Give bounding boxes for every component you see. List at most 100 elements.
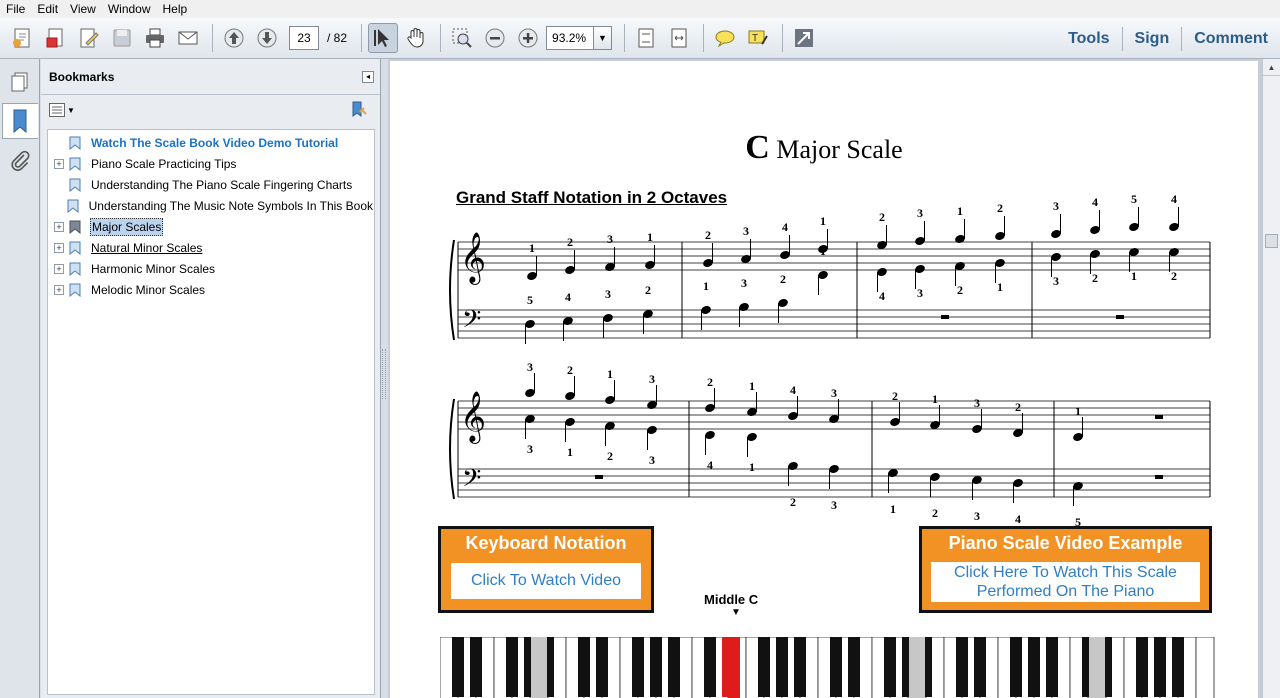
finger-number: 1 — [749, 379, 755, 393]
piano-grey-key — [1089, 637, 1105, 698]
bookmarks-panel-icon[interactable] — [2, 103, 38, 139]
expand-icon[interactable]: + — [54, 242, 64, 253]
treble-clef-icon: 𝄞 — [460, 232, 486, 285]
expand-icon[interactable]: + — [54, 221, 64, 232]
edit-document-icon[interactable] — [74, 23, 104, 53]
finger-number: 3 — [527, 360, 533, 374]
tools-link[interactable]: Tools — [1056, 27, 1121, 51]
finger-number: 1 — [567, 445, 573, 459]
piano-black-key — [596, 637, 608, 697]
zoom-level-input[interactable]: 93.2% — [546, 26, 595, 50]
scroll-thumb[interactable] — [1265, 234, 1278, 248]
finger-number: 1 — [890, 502, 896, 516]
menu-file[interactable]: File — [0, 0, 31, 18]
page-number-input[interactable]: 23 — [289, 26, 319, 50]
piano-black-key — [1010, 637, 1022, 697]
save-icon[interactable] — [107, 23, 137, 53]
sign-link[interactable]: Sign — [1121, 26, 1182, 51]
marquee-zoom-icon[interactable] — [447, 23, 477, 53]
piano-black-key — [830, 637, 842, 697]
bookmark-harmonic-minor[interactable]: + Harmonic Minor Scales — [48, 258, 374, 279]
toolbar-separator — [212, 24, 213, 52]
finger-number: 3 — [649, 453, 655, 467]
bookmark-icon — [69, 220, 81, 234]
finger-number: 1 — [1131, 269, 1137, 283]
piano-black-key — [884, 637, 896, 697]
finger-number: 1 — [1075, 404, 1081, 418]
finger-number: 3 — [743, 224, 749, 238]
collapse-panel-icon[interactable]: ◂ — [362, 70, 374, 83]
finger-number: 1 — [997, 280, 1003, 294]
finger-number: 4 — [782, 220, 788, 234]
bass-clef-icon: 𝄢 — [462, 305, 481, 340]
expand-icon[interactable] — [789, 23, 819, 53]
menu-view[interactable]: View — [64, 0, 102, 18]
finger-number: 3 — [649, 372, 655, 386]
finger-number: 4 — [879, 289, 885, 303]
treble-clef-icon: 𝄞 — [460, 391, 486, 444]
finger-number: 3 — [917, 286, 923, 300]
bookmark-melodic-minor[interactable]: + Melodic Minor Scales — [48, 279, 374, 300]
finger-number: 2 — [780, 272, 786, 286]
toolbar-separator — [624, 24, 626, 52]
piano-black-key — [758, 637, 770, 697]
finger-number: 1 — [749, 460, 755, 474]
piano-black-key — [1172, 637, 1184, 697]
finger-number: 3 — [831, 498, 837, 512]
finger-number: 2 — [567, 363, 573, 377]
comment-note-icon[interactable] — [710, 23, 740, 53]
menu-edit[interactable]: Edit — [31, 0, 64, 18]
zoom-in-icon[interactable] — [513, 23, 543, 53]
svg-text:T: T — [752, 33, 758, 44]
bookmark-natural-minor[interactable]: + Natural Minor Scales — [48, 237, 374, 258]
page-thumbnails-icon[interactable] — [2, 63, 38, 99]
highlight-text-icon[interactable]: T — [743, 23, 773, 53]
finger-number: 3 — [1053, 199, 1059, 213]
bookmark-fingering-charts[interactable]: Understanding The Piano Scale Fingering … — [48, 174, 374, 195]
attachments-icon[interactable] — [2, 143, 38, 179]
keyboard-notation-box: Keyboard Notation Click To Watch Video — [438, 526, 654, 613]
watch-video-link[interactable]: Click To Watch Video — [451, 563, 641, 599]
menu-window[interactable]: Window — [102, 0, 157, 18]
zoom-dropdown-icon[interactable]: ▼ — [594, 26, 613, 50]
finger-number: 1 — [957, 204, 963, 218]
expand-icon[interactable]: + — [54, 158, 64, 169]
next-page-icon[interactable] — [252, 23, 282, 53]
select-tool-icon[interactable] — [368, 23, 399, 53]
fit-width-icon[interactable] — [664, 23, 694, 53]
menu-help[interactable]: Help — [157, 0, 194, 18]
bookmark-note-symbols[interactable]: Understanding The Music Note Symbols In … — [48, 195, 374, 216]
print-icon[interactable] — [140, 23, 170, 53]
piano-black-key — [974, 637, 986, 697]
finger-number: 4 — [1015, 512, 1021, 526]
bookmark-video-demo[interactable]: Watch The Scale Book Video Demo Tutorial — [48, 132, 374, 153]
combine-files-icon[interactable] — [41, 23, 71, 53]
finger-number: 2 — [567, 235, 573, 249]
piano-white-key — [1195, 637, 1215, 698]
expand-icon[interactable]: + — [54, 284, 64, 295]
zoom-out-icon[interactable] — [480, 23, 510, 53]
panel-splitter[interactable] — [381, 59, 388, 698]
scroll-up-icon[interactable]: ▲ — [1263, 59, 1280, 76]
bookmark-practicing-tips[interactable]: + Piano Scale Practicing Tips — [48, 153, 374, 174]
bookmark-major-scales[interactable]: + Major Scales — [48, 216, 374, 237]
bookmarks-list: Watch The Scale Book Video Demo Tutorial… — [47, 129, 375, 695]
previous-page-icon[interactable] — [219, 23, 249, 53]
piano-grey-key — [909, 637, 925, 698]
create-pdf-icon[interactable] — [8, 23, 38, 53]
email-icon[interactable] — [173, 23, 203, 53]
bookmark-options-icon[interactable]: ▼ — [49, 103, 75, 117]
middle-c-label: Middle C — [704, 592, 759, 607]
fit-page-icon[interactable] — [631, 23, 661, 53]
vertical-scrollbar[interactable]: ▲ — [1262, 59, 1280, 698]
bookmark-icon — [67, 199, 79, 213]
expand-icon[interactable]: + — [54, 263, 64, 274]
comment-link[interactable]: Comment — [1181, 26, 1280, 51]
finger-number: 4 — [707, 458, 713, 472]
task-pane-links: Tools Sign Comment — [1056, 18, 1280, 59]
finger-number: 3 — [974, 396, 980, 410]
hand-tool-icon[interactable] — [401, 23, 431, 53]
new-bookmark-icon[interactable] — [350, 100, 368, 121]
watch-scale-video-link[interactable]: Click Here To Watch This Scale Performed… — [931, 562, 1200, 602]
keyboard-notation-header: Keyboard Notation — [465, 533, 627, 553]
